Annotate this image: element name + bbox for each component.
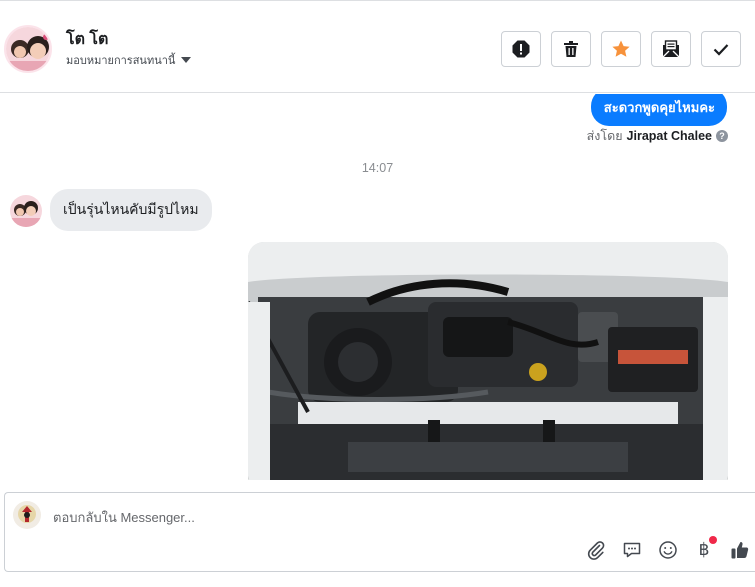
saved-replies-button[interactable] [621, 539, 643, 561]
payment-icon: ฿ [698, 540, 710, 560]
mark-unread-icon [662, 40, 680, 58]
sender-name: Jirapat Chalee [626, 129, 712, 143]
star-button[interactable] [601, 31, 641, 67]
page-avatar [13, 501, 41, 529]
mark-done-button[interactable] [701, 31, 741, 67]
reply-composer: ฿ [4, 492, 755, 572]
saved-replies-icon [623, 542, 641, 558]
star-icon [612, 40, 630, 57]
assign-conversation-dropdown[interactable]: มอบหมายการสนทนานี้ [66, 51, 192, 69]
car-engine-photo[interactable] [248, 242, 728, 480]
like-button[interactable] [729, 539, 751, 561]
outgoing-message[interactable]: สะดวกพูดคุยไหมคะ [590, 94, 727, 126]
alert-icon [512, 40, 530, 58]
trash-icon [564, 41, 578, 57]
contact-avatar[interactable] [4, 25, 52, 73]
help-icon[interactable]: ? [716, 130, 728, 142]
emoji-button[interactable] [657, 539, 679, 561]
delete-button[interactable] [551, 31, 591, 67]
check-icon [713, 44, 729, 56]
assign-label: มอบหมายการสนทนานี้ [66, 55, 176, 67]
emoji-icon [659, 541, 677, 559]
reply-input[interactable] [53, 507, 653, 527]
incoming-message[interactable]: เป็นรุ่นไหนคับมีรูปไหม [50, 189, 212, 231]
attach-button[interactable] [585, 539, 607, 561]
notification-dot [709, 536, 717, 544]
attach-icon [587, 541, 605, 560]
mark-spam-button[interactable] [501, 31, 541, 67]
composer-tools: ฿ [585, 536, 751, 561]
sent-by-label: ส่งโดย [586, 129, 623, 143]
caret-down-icon [181, 57, 192, 63]
mark-unread-button[interactable] [651, 31, 691, 67]
payment-button[interactable]: ฿ [693, 536, 717, 561]
message-timestamp: 14:07 [361, 161, 394, 175]
sent-by-line: ส่งโดย Jirapat Chalee ? [587, 126, 728, 146]
conversation-header: โต โต มอบหมายการสนทนานี้ [0, 0, 755, 93]
sender-avatar[interactable] [10, 195, 42, 227]
like-icon [731, 542, 749, 559]
header-actions [501, 31, 741, 67]
contact-name: โต โต [66, 31, 109, 48]
message-list[interactable]: สะดวกพูดคุยไหมคะ ส่งโดย Jirapat Chalee ?… [0, 94, 755, 480]
messenger-inbox-thread: โต โต มอบหมายการสนทนานี้ สะดวกพูดคุยไหมค… [0, 0, 755, 587]
